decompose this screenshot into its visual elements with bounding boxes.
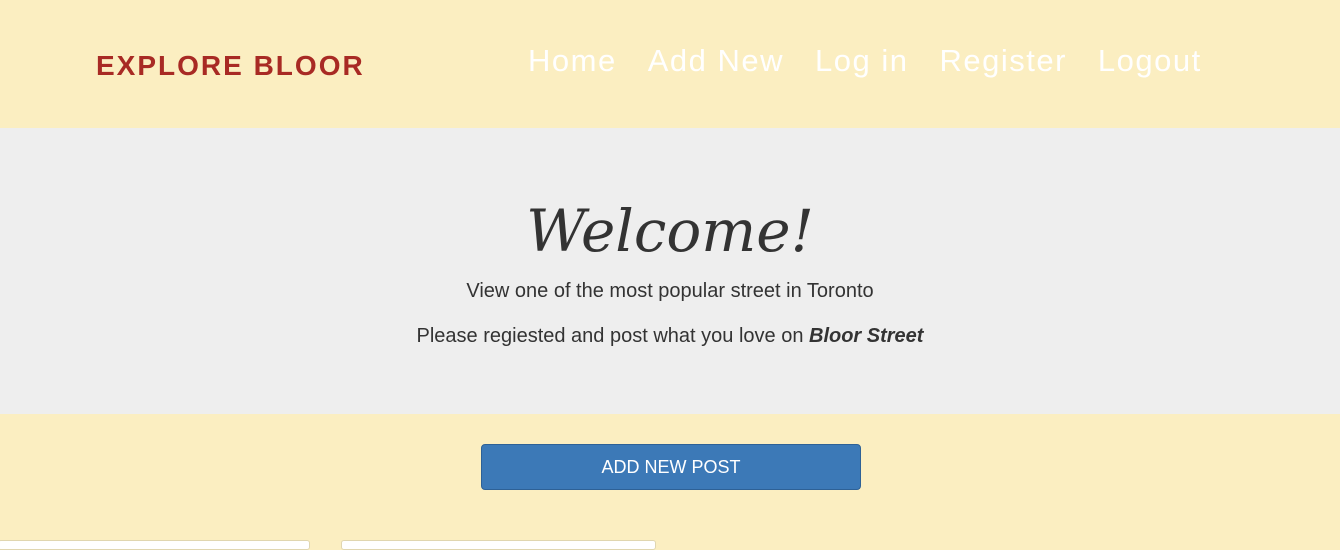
post-card[interactable] [341, 540, 656, 550]
nav-register-link[interactable]: Register [931, 42, 1074, 80]
welcome-hero: Welcome! View one of the most popular st… [0, 128, 1340, 414]
post-card[interactable] [0, 540, 310, 550]
top-navbar: EXPLORE BLOOR Home Add New Log in Regist… [0, 0, 1340, 128]
nav-logout-link[interactable]: Logout [1090, 42, 1210, 80]
hero-title: Welcome! [526, 197, 814, 265]
hero-subtitle: View one of the most popular street in T… [466, 280, 874, 302]
nav-home-link[interactable]: Home [520, 42, 625, 80]
nav-login-link[interactable]: Log in [807, 42, 916, 80]
hero-call-to-action-text: Please regiested and post what you love … [0, 323, 1340, 349]
main-nav: Home Add New Log in Register Logout [520, 42, 1225, 80]
hero-street-name: Bloor Street [809, 325, 924, 347]
nav-add-new-link[interactable]: Add New [640, 42, 792, 80]
add-new-post-button[interactable]: ADD NEW POST [481, 444, 861, 490]
hero-cta-prefix: Please regiested and post what you love … [416, 325, 809, 347]
site-brand[interactable]: EXPLORE BLOOR [96, 50, 365, 82]
